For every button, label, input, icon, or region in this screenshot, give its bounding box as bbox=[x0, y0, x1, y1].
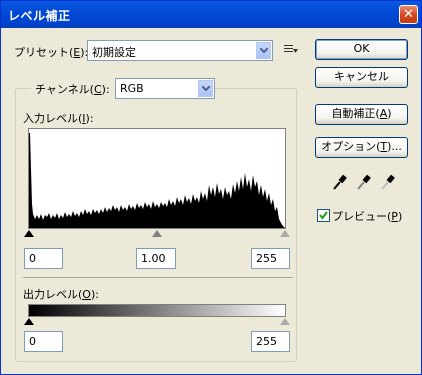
output-white-field[interactable]: 255 bbox=[251, 331, 290, 352]
input-gamma-slider[interactable] bbox=[152, 230, 162, 237]
preset-menu-icon[interactable] bbox=[284, 45, 298, 58]
options-button[interactable]: オプション(T)... bbox=[315, 137, 408, 158]
histogram bbox=[28, 128, 286, 229]
window-title: レベル補正 bbox=[8, 9, 71, 23]
preview-label-end: ) bbox=[397, 210, 403, 223]
title-bar[interactable]: レベル補正 ✕ bbox=[1, 1, 421, 28]
cancel-button[interactable]: キャンセル bbox=[315, 67, 408, 88]
ok-button[interactable]: OK bbox=[315, 39, 408, 60]
preset-value: 初期設定 bbox=[92, 46, 136, 59]
channel-label-end: ): bbox=[101, 83, 110, 96]
separator bbox=[23, 277, 293, 278]
chevron-down-icon[interactable] bbox=[198, 80, 213, 97]
output-gradient bbox=[28, 304, 286, 317]
channel-label-key: C bbox=[93, 83, 102, 96]
white-eyedropper-icon[interactable] bbox=[379, 173, 395, 194]
output-levels-text: 出力レベル( bbox=[23, 288, 83, 301]
close-button[interactable]: ✕ bbox=[399, 5, 418, 24]
levels-dialog: レベル補正 ✕ プリセット(E): 初期設定 OK キャンセル 自動補正(A) … bbox=[0, 0, 422, 375]
black-eyedropper-icon[interactable] bbox=[331, 173, 347, 194]
preview-label-key: P bbox=[391, 210, 398, 223]
input-white-slider[interactable] bbox=[280, 230, 290, 237]
options-button-end: )... bbox=[387, 140, 402, 153]
input-levels-end: ): bbox=[85, 112, 94, 125]
input-black-field[interactable]: 0 bbox=[24, 248, 63, 269]
preset-label: プリセット(E): bbox=[14, 44, 88, 60]
output-black-field[interactable]: 0 bbox=[24, 331, 63, 352]
input-gamma-field[interactable]: 1.00 bbox=[136, 248, 176, 269]
channel-label: チャンネル(C): bbox=[31, 81, 114, 97]
auto-button-text: 自動補正( bbox=[331, 107, 380, 120]
output-black-slider[interactable] bbox=[24, 318, 34, 325]
channel-value: RGB bbox=[120, 82, 144, 95]
preview-label: プレビュー(P) bbox=[332, 208, 402, 224]
input-white-field[interactable]: 255 bbox=[251, 248, 290, 269]
options-button-text: オプション( bbox=[321, 140, 381, 153]
gray-eyedropper-icon[interactable] bbox=[355, 173, 371, 194]
preview-checkbox[interactable] bbox=[317, 209, 330, 222]
preview-label-text: プレビュー( bbox=[332, 210, 392, 223]
output-levels-label: 出力レベル(O): bbox=[23, 286, 99, 302]
channel-select[interactable]: RGB bbox=[115, 78, 215, 99]
histogram-graph bbox=[29, 133, 285, 228]
chevron-down-icon[interactable] bbox=[256, 42, 271, 59]
input-black-slider[interactable] bbox=[24, 230, 34, 237]
output-white-slider[interactable] bbox=[280, 318, 290, 325]
channel-label-text: チャンネル( bbox=[35, 83, 94, 96]
input-levels-text: 入力レベル( bbox=[23, 112, 83, 125]
input-levels-label: 入力レベル(I): bbox=[23, 110, 94, 126]
auto-button[interactable]: 自動補正(A) bbox=[315, 104, 408, 125]
auto-button-end: ) bbox=[387, 107, 392, 120]
preset-select[interactable]: 初期設定 bbox=[87, 40, 273, 61]
output-levels-end: ): bbox=[90, 288, 99, 301]
preset-label-text: プリセット( bbox=[14, 46, 74, 59]
output-levels-key: O bbox=[82, 288, 91, 301]
